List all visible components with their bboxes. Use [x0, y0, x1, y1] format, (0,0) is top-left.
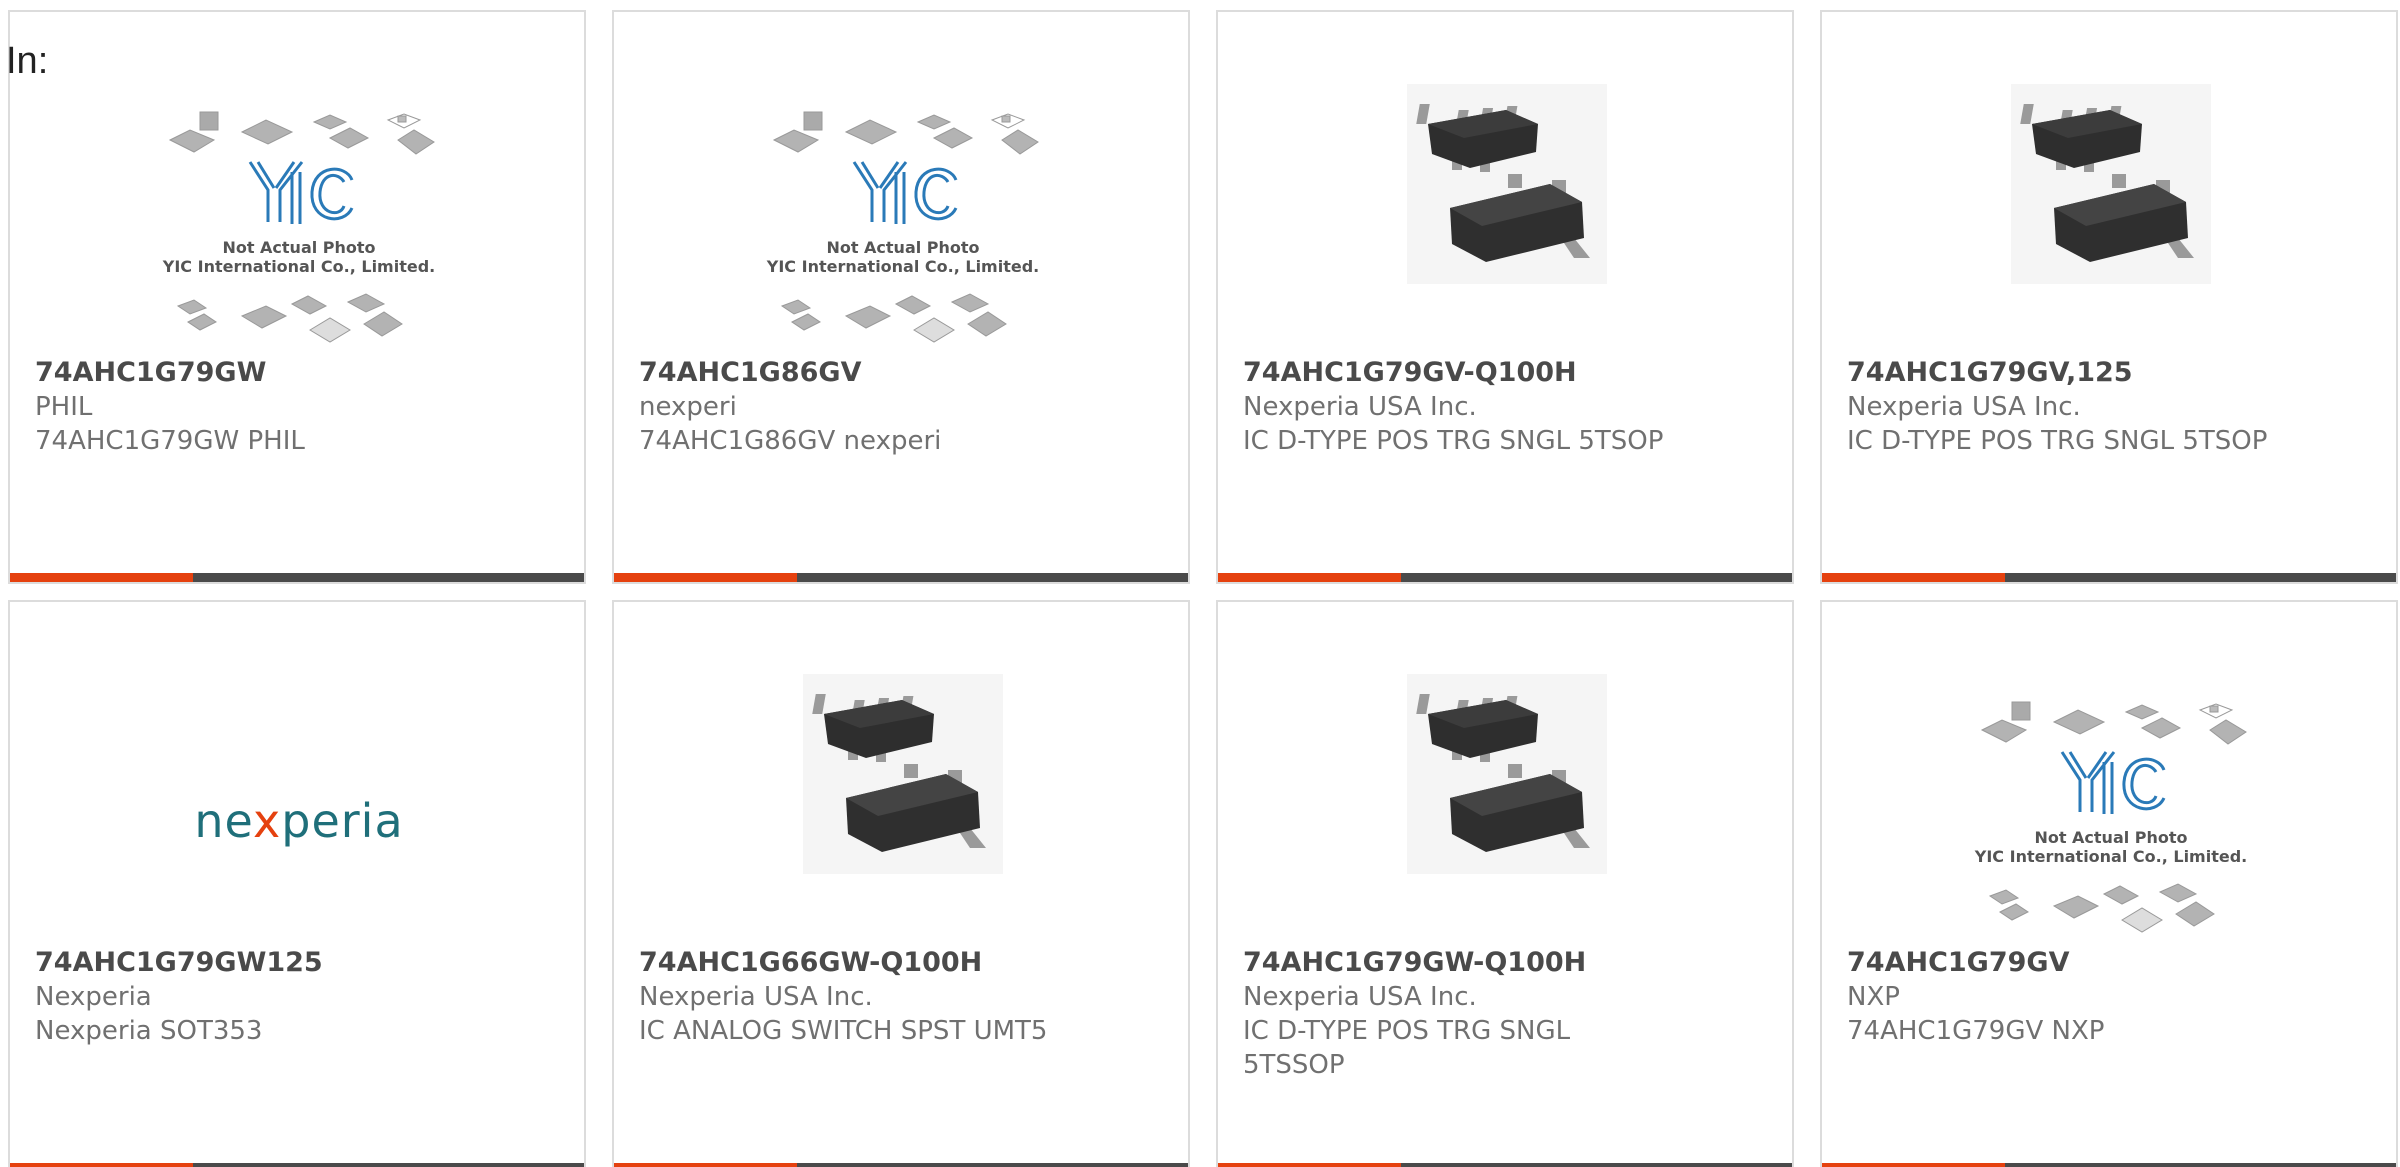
manufacturer-name: NXP: [1847, 982, 1900, 1012]
sot-package-chip-image: [1407, 674, 1607, 874]
product-description: 74AHC1G79GV NXP: [1847, 1016, 2105, 1046]
product-card[interactable]: 74AHC1G66GW-Q100H Nexperia USA Inc. IC ANA…: [612, 600, 1190, 1167]
card-accent-stripe: [1218, 573, 1401, 582]
part-number-link[interactable]: 74AHC1G79GV,125: [1847, 356, 2376, 390]
card-accent-stripe: [1218, 1163, 1401, 1167]
product-info: 74AHC1G79GV-Q100H Nexperia USA Inc. IC D-T…: [1243, 356, 1772, 458]
part-number-link[interactable]: 74AHC1G79GW-Q100H: [1243, 946, 1772, 980]
product-description: IC ANALOG SWITCH SPST UMT5: [639, 1016, 1048, 1046]
product-description: IC D-TYPE POS TRG SNGL 5TSOP: [1243, 426, 1664, 456]
placeholder-photo-image: Not Actual Photo YIC International Co., …: [1974, 701, 2247, 933]
manufacturer-name: Nexperia: [35, 982, 152, 1012]
part-number-link[interactable]: 74AHC1G66GW-Q100H: [639, 946, 1168, 980]
product-info: 74AHC1G79GW-Q100H Nexperia USA Inc. IC D-T…: [1243, 946, 1772, 1082]
placeholder-photo-image: Not Actual Photo YIC International Co., …: [766, 111, 1039, 343]
card-bottom-bar: [1218, 1163, 1792, 1167]
card-accent-stripe: [614, 573, 797, 582]
product-card[interactable]: Not Actual Photo YIC International Co., …: [8, 10, 586, 584]
product-description: Nexperia SOT353: [35, 1016, 263, 1046]
product-info: 74AHC1G79GV NXP 74AHC1G79GV NXP: [1847, 946, 2376, 1048]
product-info: 74AHC1G79GW PHIL 74AHC1G79GW PHIL: [35, 356, 564, 458]
product-info: 74AHC1G79GW125 Nexperia Nexperia SOT353: [35, 946, 564, 1048]
product-description: IC D-TYPE POS TRG SNGL 5TSSOP: [1243, 1016, 1571, 1080]
manufacturer-name: Nexperia USA Inc.: [639, 982, 873, 1012]
placeholder-line1: Not Actual Photo: [222, 238, 375, 257]
product-info: 74AHC1G66GW-Q100H Nexperia USA Inc. IC ANA…: [639, 946, 1168, 1048]
card-bottom-bar: [1822, 1163, 2396, 1167]
product-card[interactable]: 74AHC1G79GV,125 Nexperia USA Inc. IC D-TYP…: [1820, 10, 2398, 584]
brand-text-x: x: [253, 794, 281, 848]
product-info: 74AHC1G86GV nexperi 74AHC1G86GV nexperi: [639, 356, 1168, 458]
brand-text-b: peria: [281, 794, 403, 848]
placeholder-line2: YIC International Co., Limited.: [1974, 847, 2247, 866]
part-number-link[interactable]: 74AHC1G79GW125: [35, 946, 564, 980]
sot-package-chip-image: [803, 674, 1003, 874]
product-card[interactable]: Not Actual Photo YIC International Co., …: [612, 10, 1190, 584]
manufacturer-name: PHIL: [35, 392, 93, 422]
product-description: IC D-TYPE POS TRG SNGL 5TSOP: [1847, 426, 2268, 456]
manufacturer-name: Nexperia USA Inc.: [1243, 392, 1477, 422]
part-number-link[interactable]: 74AHC1G79GV: [1847, 946, 2376, 980]
product-card[interactable]: 74AHC1G79GW-Q100H Nexperia USA Inc. IC D-T…: [1216, 600, 1794, 1167]
card-bottom-bar: [1822, 573, 2396, 582]
card-bottom-bar: [614, 1163, 1188, 1167]
nexperia-logo-image: nexperia: [194, 794, 403, 848]
card-accent-stripe: [1822, 573, 2005, 582]
product-image[interactable]: Not Actual Photo YIC International Co., …: [614, 12, 1188, 352]
product-description: 74AHC1G79GW PHIL: [35, 426, 305, 456]
brand-text-a: ne: [194, 794, 253, 848]
sot-package-chip-image: [2011, 84, 2211, 284]
placeholder-line1: Not Actual Photo: [826, 238, 979, 257]
product-card[interactable]: 74AHC1G79GV-Q100H Nexperia USA Inc. IC D-T…: [1216, 10, 1794, 584]
product-image[interactable]: [1822, 12, 2396, 352]
manufacturer-name: nexperi: [639, 392, 737, 422]
product-image[interactable]: [1218, 12, 1792, 352]
part-number-link[interactable]: 74AHC1G79GV-Q100H: [1243, 356, 1772, 390]
product-info: 74AHC1G79GV,125 Nexperia USA Inc. IC D-TYP…: [1847, 356, 2376, 458]
svg-text:nexperia: nexperia: [194, 794, 403, 848]
placeholder-line2: YIC International Co., Limited.: [162, 257, 435, 276]
part-number-link[interactable]: 74AHC1G86GV: [639, 356, 1168, 390]
product-description: 74AHC1G86GV nexperi: [639, 426, 942, 456]
part-number-link[interactable]: 74AHC1G79GW: [35, 356, 564, 390]
card-accent-stripe: [10, 1163, 193, 1167]
placeholder-line1: Not Actual Photo: [2034, 828, 2187, 847]
product-image[interactable]: Not Actual Photo YIC International Co., …: [10, 12, 584, 352]
product-image[interactable]: [1218, 602, 1792, 942]
product-card[interactable]: nexperia 74AHC1G79GW125 Nexperia Nexperia …: [8, 600, 586, 1167]
product-image[interactable]: Not Actual Photo YIC International Co., …: [1822, 602, 2396, 942]
placeholder-photo-image: Not Actual Photo YIC International Co., …: [162, 111, 435, 343]
card-accent-stripe: [10, 573, 193, 582]
card-bottom-bar: [10, 1163, 584, 1167]
card-accent-stripe: [614, 1163, 797, 1167]
product-card[interactable]: Not Actual Photo YIC International Co., …: [1820, 600, 2398, 1167]
card-bottom-bar: [10, 573, 584, 582]
manufacturer-name: Nexperia USA Inc.: [1847, 392, 2081, 422]
product-image[interactable]: [614, 602, 1188, 942]
card-accent-stripe: [1822, 1163, 2005, 1167]
card-bottom-bar: [1218, 573, 1792, 582]
placeholder-line2: YIC International Co., Limited.: [766, 257, 1039, 276]
product-image[interactable]: nexperia: [10, 602, 584, 942]
card-bottom-bar: [614, 573, 1188, 582]
in-label: In:: [6, 40, 49, 82]
manufacturer-name: Nexperia USA Inc.: [1243, 982, 1477, 1012]
sot-package-chip-image: [1407, 84, 1607, 284]
product-grid-page: In: Not Actual Photo YIC International C…: [0, 0, 2400, 1167]
